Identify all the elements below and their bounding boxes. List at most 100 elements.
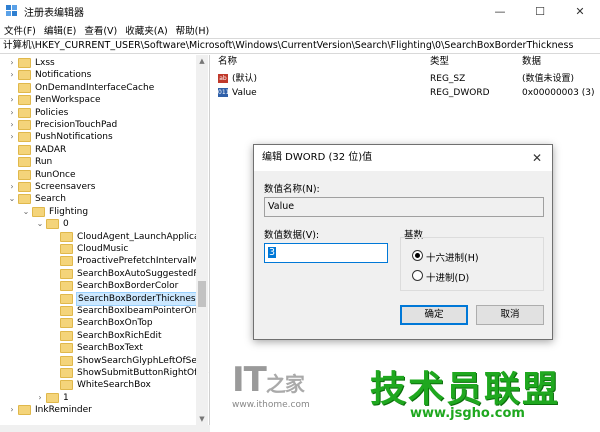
- tree-item[interactable]: SearchBoxBorderColor: [0, 280, 196, 292]
- dialog-close-button[interactable]: ✕: [528, 149, 546, 167]
- chevron-right-icon[interactable]: ›: [8, 119, 16, 131]
- registry-tree: › Lxss › Notifications OnDemandInterfaceCach…: [0, 55, 210, 425]
- menu-view[interactable]: 查看(V): [80, 23, 121, 37]
- menu-help[interactable]: 帮助(H): [172, 23, 214, 37]
- tree-item[interactable]: SearchBoxOnTop: [0, 317, 196, 329]
- chevron-right-icon[interactable]: ›: [36, 392, 44, 404]
- tree-item[interactable]: OnDemandInterfaceCache: [0, 82, 196, 94]
- tree-item[interactable]: › Screensavers: [0, 181, 196, 193]
- folder-icon: [60, 368, 73, 378]
- tree-item-label: SearchBoxOnTop: [77, 318, 153, 329]
- tree-item[interactable]: SearchBoxIbeamPointerOnH: [0, 305, 204, 317]
- tree-item-label: ProactivePrefetchIntervalMin: [77, 256, 207, 267]
- value-name-label: 数值名称(N):: [264, 184, 320, 195]
- folder-icon: [60, 268, 73, 279]
- cancel-button[interactable]: 取消: [476, 305, 544, 325]
- tree-item[interactable]: › PenWorkspace: [0, 94, 196, 106]
- column-header-data[interactable]: 数据: [522, 55, 541, 69]
- close-button[interactable]: ✕: [560, 0, 600, 22]
- dialog-body: 数值名称(N): Value 数值数据(V): 3 基数 十六进制(H) 十进制…: [254, 171, 552, 339]
- folder-icon: [18, 58, 31, 68]
- tree-item[interactable]: CloudAgent_LaunchApplicati: [0, 231, 206, 243]
- tree-item[interactable]: › PrecisionTouchPad: [0, 119, 196, 131]
- tree-item[interactable]: › InkReminder: [0, 404, 196, 416]
- tree-item[interactable]: SearchBoxAutoSuggestedFo: [0, 268, 204, 280]
- tree-item[interactable]: › 1: [0, 392, 196, 404]
- maximize-button[interactable]: ☐: [520, 0, 560, 22]
- chevron-down-icon[interactable]: ⌄: [22, 206, 30, 218]
- value-name: (默认): [232, 74, 258, 84]
- column-header-type[interactable]: 类型: [430, 55, 449, 69]
- ok-button[interactable]: 确定: [400, 305, 468, 325]
- tree-item[interactable]: ShowSubmitButtonRightOfSe: [0, 367, 209, 379]
- minimize-icon: —: [494, 4, 506, 18]
- hex-radio-label[interactable]: 十六进制(H): [426, 250, 479, 264]
- chevron-down-icon[interactable]: ⌄: [36, 218, 44, 230]
- tree-item[interactable]: RADAR: [0, 144, 196, 156]
- tree-item[interactable]: SearchBoxText: [0, 342, 196, 354]
- menu-favorites[interactable]: 收藏夹(A): [121, 23, 171, 37]
- tree-item[interactable]: ShowSearchGlyphLeftOfSear: [0, 355, 206, 367]
- menu-edit[interactable]: 编辑(E): [40, 23, 80, 37]
- tree-item-label: Lxss: [35, 58, 55, 68]
- tree-item[interactable]: ⌄ Search: [0, 193, 196, 205]
- tree-horizontal-scrollbar[interactable]: [0, 425, 210, 432]
- chevron-right-icon[interactable]: ›: [8, 94, 16, 106]
- value-data-input[interactable]: 3: [264, 243, 388, 263]
- binary-value-icon: 011: [218, 88, 230, 97]
- tree-item[interactable]: ⌄ 0: [0, 218, 196, 230]
- minimize-button[interactable]: —: [480, 0, 520, 22]
- tree-item[interactable]: › Notifications: [0, 69, 196, 81]
- tree-item-label: SearchBoxBorderThickness: [75, 291, 203, 306]
- address-bar[interactable]: 计算机\HKEY_CURRENT_USER\Software\Microsoft…: [0, 38, 600, 54]
- chevron-right-icon[interactable]: ›: [8, 404, 16, 416]
- tree-item[interactable]: ProactivePrefetchIntervalMin: [0, 255, 206, 267]
- folder-icon: [18, 182, 31, 192]
- tree-item[interactable]: SearchBoxRichEdit: [0, 330, 196, 342]
- scroll-up-icon[interactable]: ▲: [196, 55, 208, 67]
- chevron-right-icon[interactable]: ›: [8, 69, 16, 81]
- jsgho-logo-text: 技术员联盟: [370, 369, 561, 410]
- ithome-logo-text: IT: [232, 360, 267, 400]
- menu-file[interactable]: 文件(F): [0, 23, 40, 37]
- tree-item-label: SearchBoxBorderColor: [77, 281, 179, 292]
- tree-item-label: SearchBoxAutoSuggestedFo: [77, 268, 204, 279]
- close-icon: ✕: [575, 4, 585, 18]
- folder-icon: [60, 330, 73, 341]
- tree-vertical-scrollbar[interactable]: ▲ ▼: [196, 55, 208, 425]
- folder-icon: [46, 392, 59, 403]
- tree-item-label: Search: [35, 194, 66, 205]
- tree-item[interactable]: WhiteSearchBox: [0, 379, 196, 391]
- scroll-thumb[interactable]: [198, 281, 206, 307]
- folder-icon: [18, 70, 31, 81]
- folder-icon: [18, 82, 31, 93]
- decimal-radio-label[interactable]: 十进制(D): [426, 270, 469, 284]
- tree-item[interactable]: Run: [0, 156, 196, 168]
- tree-item[interactable]: › Policies: [0, 107, 196, 119]
- value-name: Value: [232, 88, 257, 98]
- folder-icon: [18, 107, 31, 118]
- value-data-text: 3: [268, 247, 277, 258]
- folder-icon: [18, 144, 31, 155]
- tree-item[interactable]: ⌄ Flighting: [0, 206, 196, 218]
- tree-item-label: Notifications: [35, 70, 92, 81]
- chevron-right-icon[interactable]: ›: [8, 181, 16, 193]
- tree-item-label: PushNotifications: [35, 132, 113, 143]
- tree-item-label: PrecisionTouchPad: [35, 120, 118, 130]
- jsgho-url: www.jsgho.com: [410, 406, 525, 421]
- hex-radio[interactable]: [412, 250, 423, 261]
- tree-item[interactable]: RunOnce: [0, 169, 196, 181]
- column-header-name[interactable]: 名称: [218, 55, 237, 69]
- chevron-right-icon[interactable]: ›: [8, 107, 16, 119]
- tree-item[interactable]: › PushNotifications: [0, 131, 196, 143]
- close-icon: ✕: [531, 151, 543, 165]
- folder-icon: [60, 293, 73, 304]
- tree-item[interactable]: › Lxss: [0, 57, 196, 69]
- decimal-radio[interactable]: [412, 270, 423, 281]
- tree-item[interactable]: CloudMusic: [0, 243, 196, 255]
- tree-item[interactable]: SearchBoxBorderThickness: [0, 291, 203, 306]
- chevron-right-icon[interactable]: ›: [8, 57, 16, 69]
- chevron-right-icon[interactable]: ›: [8, 131, 16, 143]
- scroll-down-icon[interactable]: ▼: [196, 413, 208, 425]
- chevron-down-icon[interactable]: ⌄: [8, 193, 16, 205]
